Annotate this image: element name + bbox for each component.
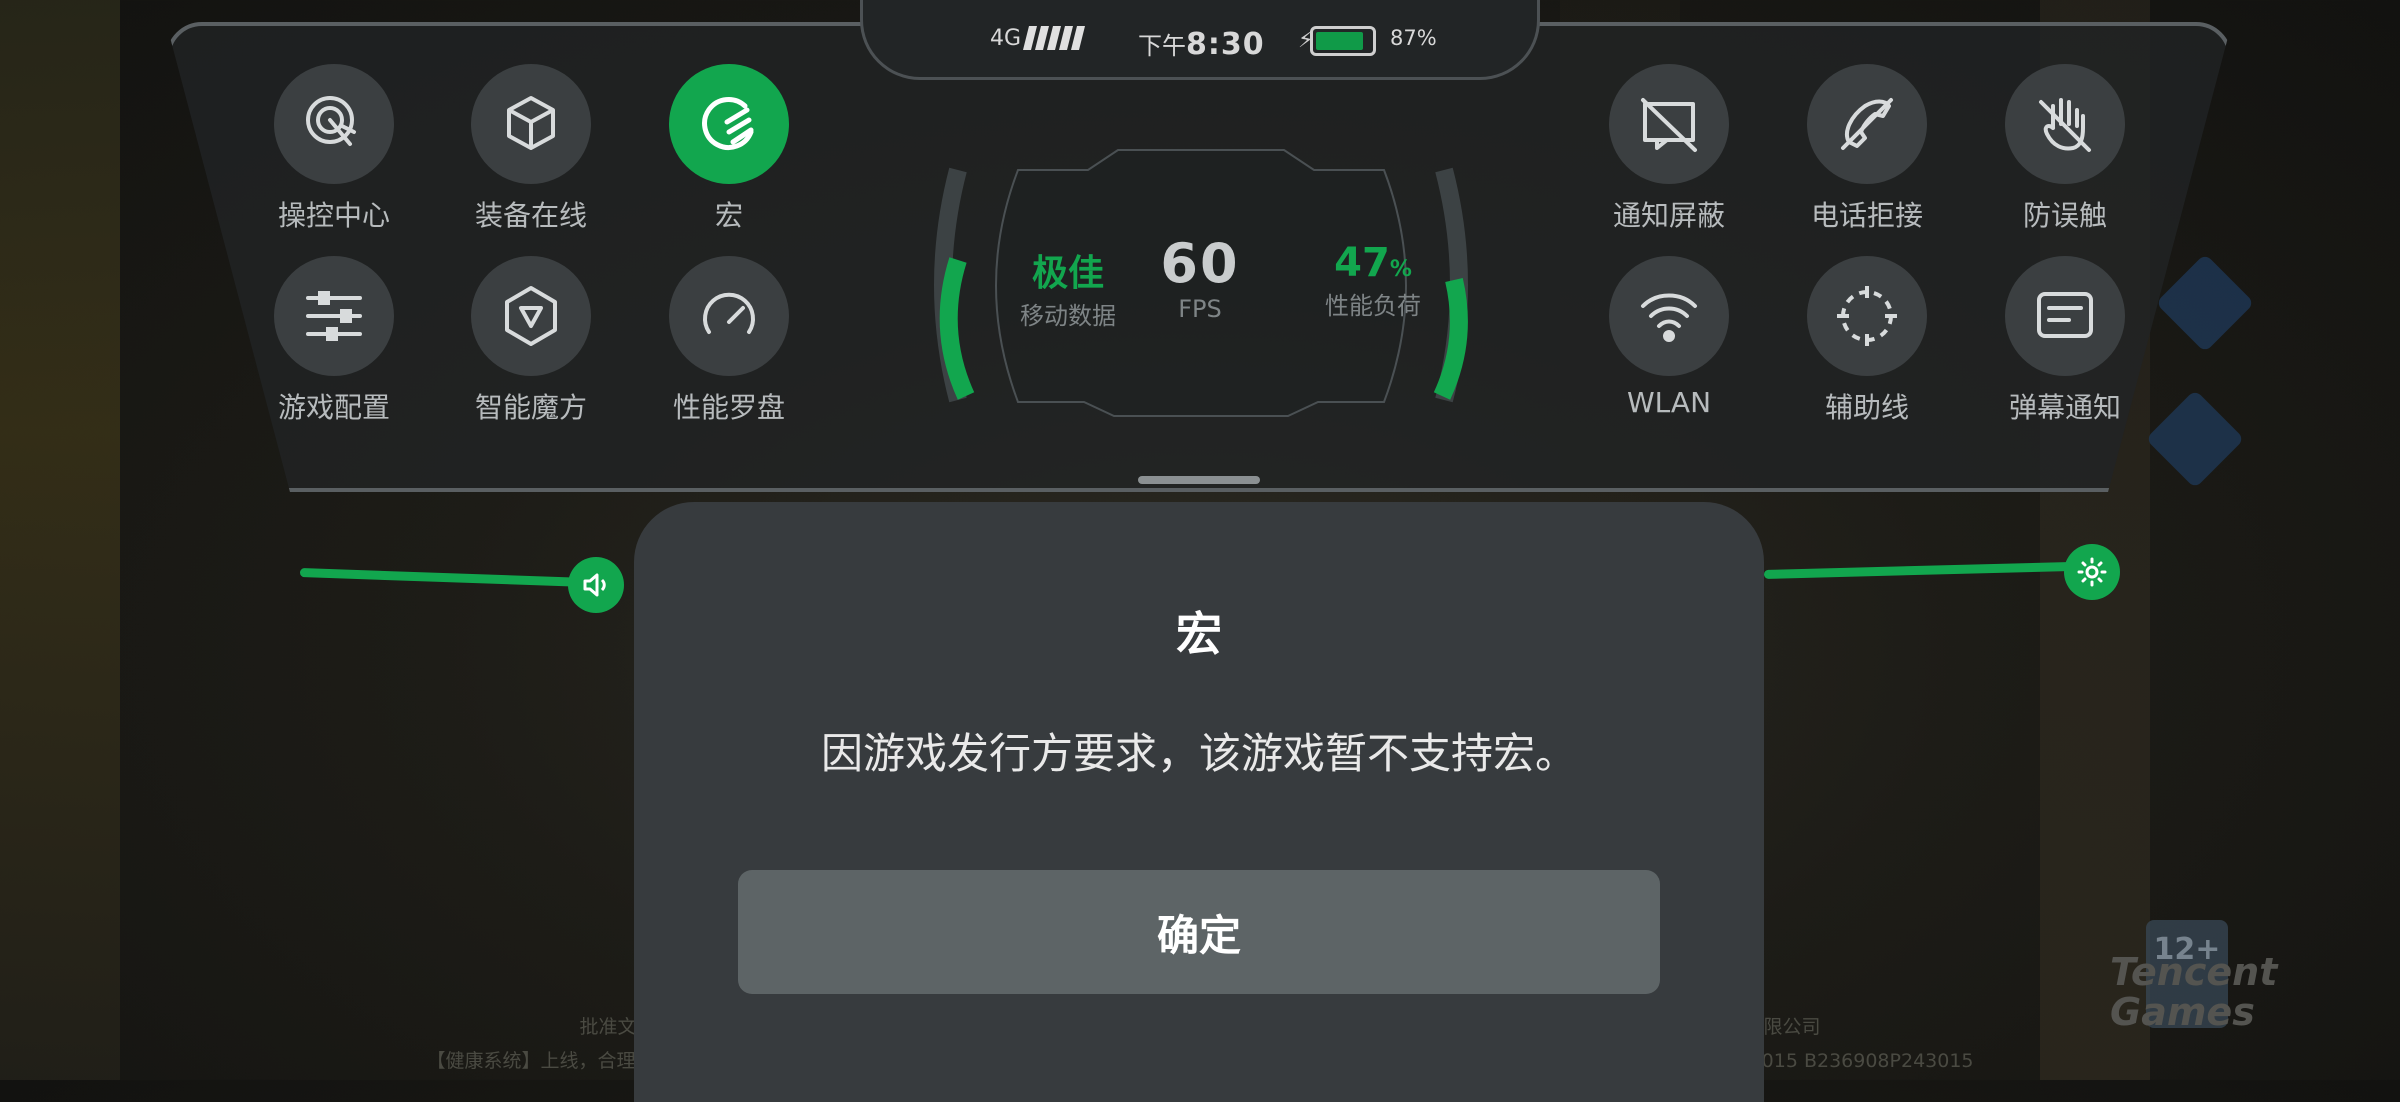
tile-barrage-notify[interactable]: 弹幕通知 <box>1990 256 2140 426</box>
background-scene-left <box>0 0 120 1080</box>
macro-icon <box>702 97 754 150</box>
speedometer-icon <box>703 292 755 334</box>
fps-readout: 60 FPS <box>1160 232 1240 323</box>
tile-guide-lines[interactable]: 辅助线 <box>1792 256 1942 426</box>
tile-label: WLAN <box>1626 386 1712 419</box>
volume-slider-track[interactable] <box>299 568 592 588</box>
tile-label: 智能魔方 <box>474 391 587 424</box>
touch-target-icon <box>306 96 356 146</box>
tile-control-center[interactable]: 操控中心 <box>259 64 409 234</box>
tile-label: 电话拒接 <box>1810 199 1923 232</box>
macro-unsupported-dialog: 宏 因游戏发行方要求，该游戏暂不支持宏。 确定 <box>634 502 1764 1102</box>
tile-label: 游戏配置 <box>277 391 390 424</box>
message-icon <box>2037 292 2093 338</box>
performance-load: 47% 性能负荷 <box>1325 240 1421 320</box>
confirm-button[interactable]: 确定 <box>738 870 1660 994</box>
tile-label: 辅助线 <box>1824 391 1909 424</box>
tile-label: 宏 <box>714 199 743 232</box>
tile-performance-compass[interactable]: 性能罗盘 <box>654 256 804 426</box>
tencent-games-logo: Tencent Games <box>2110 950 2278 1034</box>
battery-icon <box>1310 26 1376 56</box>
performance-gauge: 极佳 移动数据 60 FPS 47% 性能负荷 <box>888 140 1514 430</box>
side-sound-icon <box>2145 389 2245 489</box>
tile-label: 性能罗盘 <box>672 391 785 424</box>
tile-notification-block[interactable]: 通知屏蔽 <box>1594 64 1744 234</box>
panel-drag-handle[interactable] <box>1138 476 1260 484</box>
dialog-title: 宏 <box>1176 607 1222 661</box>
tile-label: 装备在线 <box>474 199 587 232</box>
tile-anti-mistouch[interactable]: 防误触 <box>1990 64 2140 234</box>
cube-icon <box>507 96 555 150</box>
clock: 下午8:30 <box>1138 27 1265 62</box>
phone-block-icon <box>1841 98 1893 150</box>
sliders-icon <box>306 291 362 341</box>
tile-call-reject[interactable]: 电话拒接 <box>1792 64 1942 234</box>
tile-label: 防误触 <box>2022 199 2107 232</box>
hexagon-triangle-icon <box>505 286 557 346</box>
tile-game-config[interactable]: 游戏配置 <box>259 256 409 426</box>
network-type: 4G <box>990 26 1022 51</box>
tile-label: 通知屏蔽 <box>1612 199 1725 232</box>
tile-macro[interactable]: 宏 <box>654 64 804 234</box>
volume-slider-knob[interactable] <box>568 557 624 613</box>
wifi-icon <box>1641 293 1697 342</box>
brightness-slider-knob[interactable] <box>2064 544 2120 600</box>
hand-block-icon <box>2039 98 2091 152</box>
battery-percent: 87% <box>1390 26 1437 50</box>
tile-equipment-online[interactable]: 装备在线 <box>456 64 606 234</box>
dialog-message: 因游戏发行方要求，该游戏暂不支持宏。 <box>820 729 1577 778</box>
brightness-icon <box>2077 557 2107 587</box>
tile-label: 操控中心 <box>277 199 390 232</box>
crosshair-icon <box>1837 286 1897 346</box>
signal-icon <box>1023 26 1085 50</box>
tile-smart-cube[interactable]: 智能魔方 <box>456 256 606 426</box>
tile-wlan[interactable]: WLAN <box>1594 256 1744 419</box>
tile-label: 弹幕通知 <box>2008 391 2121 424</box>
volume-icon <box>583 573 606 597</box>
notification-block-icon <box>1641 98 1697 152</box>
side-camera-icon <box>2155 253 2255 353</box>
